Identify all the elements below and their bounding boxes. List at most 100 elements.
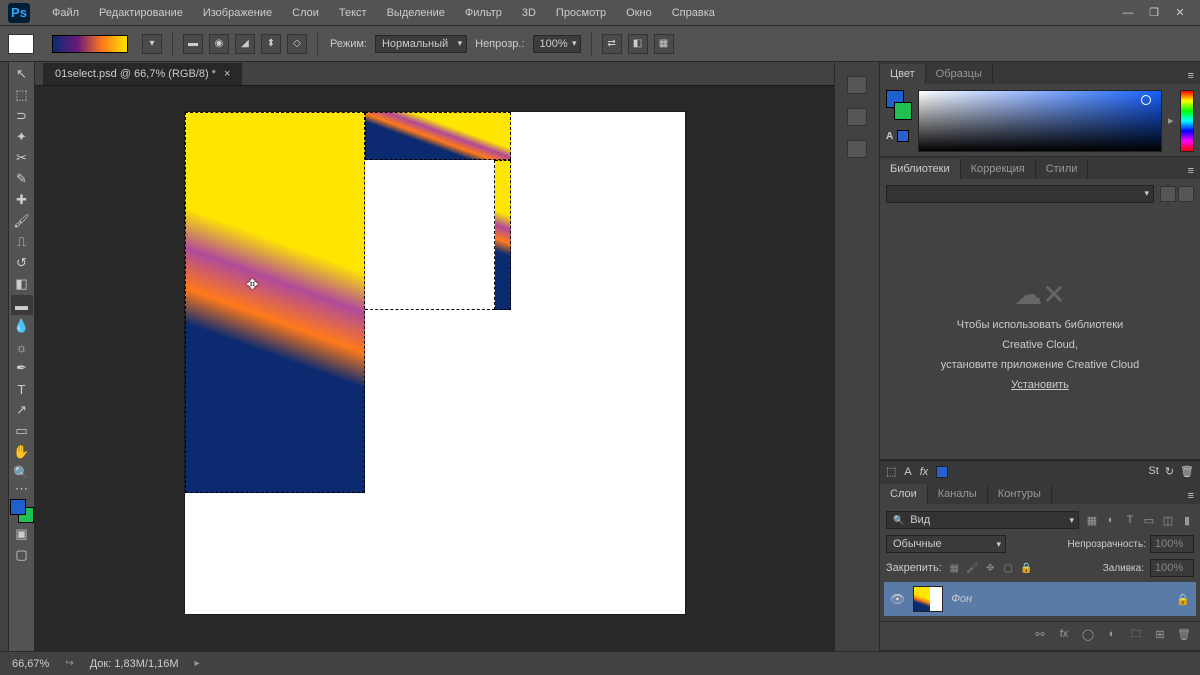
tab-channels[interactable]: Каналы	[928, 484, 988, 504]
dither-checkbox-icon[interactable]: ◧	[628, 34, 648, 54]
fx-fx-icon[interactable]: fx	[920, 466, 929, 478]
delete-layer-icon[interactable]: 🗑	[1176, 626, 1192, 642]
color-field[interactable]	[918, 90, 1162, 152]
install-link[interactable]: Установить	[1011, 379, 1069, 391]
marquee-tool-icon[interactable]: ⬚	[11, 85, 33, 105]
new-group-icon[interactable]: 🗀	[1128, 626, 1144, 642]
menu-3d[interactable]: 3D	[512, 3, 546, 23]
pen-tool-icon[interactable]: ✒	[11, 358, 33, 378]
opacity-input[interactable]: 100%	[533, 35, 581, 53]
layer-locked-icon[interactable]: 🔒	[1176, 593, 1190, 606]
gradient-preview[interactable]	[52, 35, 128, 53]
layer-mask-icon[interactable]: ◯	[1080, 626, 1096, 642]
eyedropper-tool-icon[interactable]: ✎	[11, 169, 33, 189]
fx-refresh-icon[interactable]: ↻	[1165, 465, 1174, 478]
window-maximize-icon[interactable]: ❐	[1142, 4, 1166, 22]
layer-fx-icon[interactable]: fx	[1056, 626, 1072, 642]
status-zoom[interactable]: 66,67%	[12, 658, 49, 670]
hue-slider[interactable]	[1180, 90, 1194, 152]
lock-trans-icon[interactable]: ▦	[948, 562, 961, 575]
gradient-linear-icon[interactable]: ▬	[183, 34, 203, 54]
reverse-checkbox-icon[interactable]: ⇄	[602, 34, 622, 54]
menu-image[interactable]: Изображение	[193, 3, 282, 23]
filter-smart-icon[interactable]: ◫	[1161, 513, 1175, 527]
layer-name[interactable]: Фон	[951, 593, 972, 605]
tab-color[interactable]: Цвет	[880, 64, 926, 84]
gradient-angle-icon[interactable]: ◢	[235, 34, 255, 54]
menu-view[interactable]: Просмотр	[546, 3, 616, 23]
layer-opacity-input[interactable]: 100%	[1150, 535, 1194, 553]
fx-st-icon[interactable]: St	[1148, 465, 1158, 478]
eraser-tool-icon[interactable]: ◧	[11, 274, 33, 294]
alpha-swatch[interactable]	[897, 130, 909, 142]
status-arrow-icon[interactable]: ▸	[195, 658, 200, 669]
tab-layers[interactable]: Слои	[880, 484, 928, 504]
menu-edit[interactable]: Редактирование	[89, 3, 193, 23]
canvas-viewport[interactable]: ✥	[35, 86, 834, 651]
new-layer-icon[interactable]: ⊞	[1152, 626, 1168, 642]
healing-tool-icon[interactable]: ✚	[11, 190, 33, 210]
foreground-color[interactable]	[10, 499, 26, 515]
brush-tool-icon[interactable]: 🖌	[11, 211, 33, 231]
zoom-tool-icon[interactable]: 🔍	[11, 463, 33, 483]
character-panel-icon[interactable]	[847, 140, 867, 158]
gradient-reflected-icon[interactable]: ⬍	[261, 34, 281, 54]
stamp-tool-icon[interactable]: ⎍	[11, 232, 33, 252]
panel-menu-icon[interactable]: ≡	[1182, 68, 1200, 84]
status-docsize[interactable]: Док: 1,83M/1,16M	[90, 658, 179, 670]
fx-type-icon[interactable]: A	[904, 466, 911, 478]
document-tab[interactable]: 01select.psd @ 66,7% (RGB/8) * ×	[43, 63, 242, 85]
blend-mode-select[interactable]: Нормальный	[375, 35, 467, 53]
layer-filter-select[interactable]: Вид	[886, 511, 1079, 529]
lock-paint-icon[interactable]: 🖌	[966, 562, 979, 575]
tab-libraries[interactable]: Библиотеки	[880, 159, 961, 179]
menu-filter[interactable]: Фильтр	[455, 3, 512, 23]
crop-tool-icon[interactable]: ✂	[11, 148, 33, 168]
quickmask-tool-icon[interactable]: ▣	[11, 524, 33, 544]
library-select[interactable]	[886, 185, 1154, 203]
move-tool-icon[interactable]: ↖	[11, 64, 33, 84]
properties-panel-icon[interactable]	[847, 108, 867, 126]
color-bg-swatch[interactable]	[894, 102, 912, 120]
gradient-diamond-icon[interactable]: ◇	[287, 34, 307, 54]
quick-select-tool-icon[interactable]: ✦	[11, 127, 33, 147]
shape-tool-icon[interactable]: ▭	[11, 421, 33, 441]
type-tool-icon[interactable]: T	[11, 379, 33, 399]
fx-trash-icon[interactable]: 🗑	[1180, 465, 1194, 478]
menu-help[interactable]: Справка	[662, 3, 725, 23]
tab-styles[interactable]: Стили	[1036, 159, 1089, 179]
new-fill-icon[interactable]: ◐	[1104, 626, 1120, 642]
lasso-tool-icon[interactable]: ⊃	[11, 106, 33, 126]
menu-text[interactable]: Текст	[329, 3, 377, 23]
hand-tool-icon[interactable]: ✋	[11, 442, 33, 462]
layer-visibility-icon[interactable]: 👁	[890, 592, 905, 606]
gradient-radial-icon[interactable]: ◉	[209, 34, 229, 54]
canvas[interactable]: ✥	[185, 112, 685, 614]
filter-type-icon[interactable]: T	[1123, 513, 1137, 527]
lib-grid-icon[interactable]	[1160, 186, 1176, 202]
window-minimize-icon[interactable]: —	[1116, 4, 1140, 22]
filter-shape-icon[interactable]: ▭	[1142, 513, 1156, 527]
lock-pos-icon[interactable]: ✥	[984, 562, 997, 575]
filter-pixel-icon[interactable]: ▦	[1085, 513, 1099, 527]
document-tab-close-icon[interactable]: ×	[224, 68, 230, 80]
blur-tool-icon[interactable]: 💧	[11, 316, 33, 336]
layer-item[interactable]: 👁 Фон 🔒	[884, 582, 1196, 616]
color-swatches[interactable]	[10, 499, 34, 523]
link-layers-icon[interactable]: ⚯	[1032, 626, 1048, 642]
window-close-icon[interactable]: ✕	[1168, 4, 1192, 22]
tab-swatches[interactable]: Образцы	[926, 64, 993, 84]
filter-adjust-icon[interactable]: ◐	[1104, 513, 1118, 527]
screen-mode-tool-icon[interactable]: ▢	[11, 545, 33, 565]
panel-menu-icon[interactable]: ≡	[1182, 488, 1200, 504]
lock-artboard-icon[interactable]: ▢	[1002, 562, 1015, 575]
history-brush-tool-icon[interactable]: ↺	[11, 253, 33, 273]
lib-list-icon[interactable]	[1178, 186, 1194, 202]
gradient-dropdown-icon[interactable]: ▾	[142, 34, 162, 54]
history-panel-icon[interactable]	[847, 76, 867, 94]
menu-layers[interactable]: Слои	[282, 3, 329, 23]
layer-thumbnail[interactable]	[913, 586, 943, 612]
fx-color-swatch[interactable]	[936, 466, 948, 478]
transparency-checkbox-icon[interactable]: ▦	[654, 34, 674, 54]
tab-adjustments[interactable]: Коррекция	[961, 159, 1036, 179]
